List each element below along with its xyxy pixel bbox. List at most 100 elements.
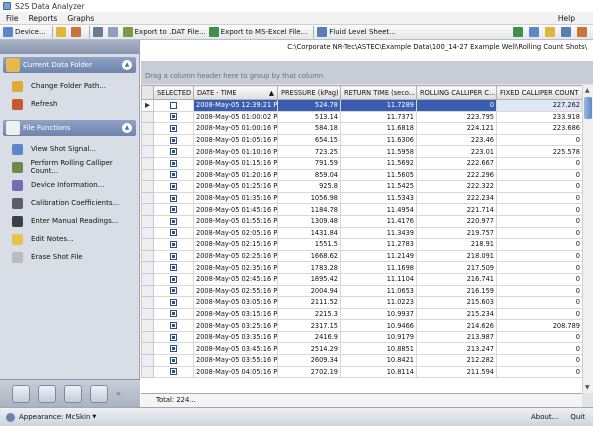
table-row[interactable]: 2008-May-05 02:05:16 PM 1431.84 11.3439 219… [141, 226, 582, 240]
row-checkbox[interactable] [170, 217, 177, 225]
folder-icon[interactable] [38, 384, 56, 403]
table-row[interactable]: 2008-May-05 03:25:16 PM 2317.15 10.9466 214… [141, 319, 582, 332]
cube-icon[interactable] [64, 384, 82, 403]
row-indicator[interactable] [141, 261, 154, 274]
table-row[interactable]: 2008-May-05 01:55:16 PM 1309.48 11.4176 220… [141, 214, 582, 228]
row-indicator[interactable] [141, 122, 154, 135]
row-indicator[interactable] [141, 284, 154, 298]
menu-reports[interactable]: Reports [29, 14, 58, 23]
quit-button[interactable]: Quit [570, 413, 585, 421]
row-checkbox[interactable] [170, 171, 177, 179]
row-checkbox[interactable] [170, 252, 177, 260]
row-checkbox[interactable] [170, 298, 177, 306]
group-by-panel[interactable]: Drag a column header here to group by th… [141, 62, 593, 84]
sheet-icon[interactable] [561, 27, 571, 37]
table-row[interactable]: 2008-May-05 03:35:16 PM 2416.9 10.9179 213.… [141, 330, 582, 344]
mouse-icon[interactable] [12, 384, 30, 403]
row-indicator[interactable] [141, 191, 154, 205]
folder-icon[interactable] [545, 27, 555, 37]
table-row[interactable]: ▶ 2008-May-05 12:39:21 PM 524.78 11.7289 0 22… [141, 99, 582, 112]
table-row[interactable]: 2008-May-05 03:45:16 PM 2514.29 10.8851 213… [141, 342, 582, 356]
row-indicator[interactable] [141, 296, 154, 309]
sidebar-item-edit-notes[interactable]: Edit Notes... [0, 230, 139, 248]
table-row[interactable]: 2008-May-05 01:25:16 PM 925.8 11.5425 222.3… [141, 180, 582, 193]
table-row[interactable]: 2008-May-05 02:25:16 PM 1668.62 11.2149 218… [141, 249, 582, 263]
row-checkbox[interactable] [170, 101, 177, 109]
row-checkbox[interactable] [170, 148, 177, 156]
fluid-level-button[interactable]: Fluid Level Sheet... [317, 26, 396, 39]
table-row[interactable]: 2008-May-05 04:05:16 PM 2702.19 10.8114 211… [141, 365, 582, 379]
row-checkbox[interactable] [170, 240, 177, 248]
table-row[interactable]: 2008-May-05 01:20:16 PM 859.04 11.5605 222.… [141, 168, 582, 182]
row-indicator[interactable]: ▶ [141, 99, 154, 112]
row-indicator[interactable] [141, 203, 154, 216]
column-header-selected[interactable]: SELECTED [153, 85, 194, 100]
table-row[interactable]: 2008-May-05 02:15:16 PM 1551.5 11.2783 218.… [141, 238, 582, 251]
table-row[interactable]: 2008-May-05 02:35:16 PM 1783.28 11.1698 217… [141, 261, 582, 274]
row-indicator[interactable] [141, 249, 154, 263]
row-checkbox[interactable] [170, 206, 177, 214]
section-file-functions[interactable]: File Functions ▲ [3, 120, 136, 136]
row-indicator[interactable] [141, 272, 154, 286]
table-row[interactable]: 2008-May-05 01:00:16 PM 584.18 11.6818 224.… [141, 122, 582, 135]
print-button[interactable] [107, 26, 120, 39]
row-checkbox[interactable] [170, 159, 177, 167]
table-row[interactable]: 2008-May-05 01:15:16 PM 791.59 11.5692 222.… [141, 156, 582, 170]
sidebar-item-refresh[interactable]: Refresh [0, 95, 139, 113]
scroll-down-icon[interactable]: ▼ [585, 384, 590, 391]
sidebar-item-change-folder-path[interactable]: Change Folder Path... [0, 77, 139, 95]
row-checkbox[interactable] [170, 368, 177, 376]
row-checkbox[interactable] [170, 345, 177, 353]
row-indicator[interactable] [141, 226, 154, 240]
table-row[interactable]: 2008-May-05 03:55:16 PM 2609.34 10.8421 212… [141, 354, 582, 367]
column-header-date-time[interactable]: DATE - TIME ▲ [193, 85, 278, 100]
row-indicator[interactable] [141, 133, 154, 147]
row-indicator[interactable] [141, 156, 154, 170]
row-checkbox[interactable] [170, 113, 177, 121]
save-button[interactable] [92, 26, 105, 39]
sidebar-item-device-information[interactable]: Device Information... [0, 176, 139, 194]
row-indicator[interactable] [141, 214, 154, 228]
column-header-fixed-calliper[interactable]: FIXED CALLIPER COUNT [496, 85, 582, 100]
sidebar-item-rolling-calliper-count[interactable]: Perform Rolling Calliper Count... [0, 158, 139, 176]
device-button[interactable]: Device... [3, 26, 46, 39]
dropdown-icon[interactable]: ▼ [92, 414, 96, 420]
sidebar-item-calibration-coefficients[interactable]: Calibration Coefficients... [0, 194, 139, 212]
export-excel-button[interactable]: Export to MS-Excel File... [208, 26, 307, 39]
row-indicator[interactable] [141, 319, 154, 332]
table-row[interactable]: 2008-May-05 01:05:16 PM 654.15 11.6306 223.… [141, 133, 582, 147]
grid-icon[interactable] [529, 27, 539, 37]
table-row[interactable]: 2008-May-05 02:45:16 PM 1895.42 11.1104 216… [141, 272, 582, 286]
row-indicator[interactable] [141, 342, 154, 356]
vertical-scrollbar[interactable]: ▲ ▼ [582, 85, 593, 393]
row-indicator[interactable] [141, 354, 154, 367]
row-indicator[interactable] [141, 307, 154, 321]
tools-icon[interactable] [577, 27, 587, 37]
column-header-rolling-calliper[interactable]: ROLLING CALLIPER C... [416, 85, 497, 100]
column-header-return-time[interactable]: RETURN TIME (seco... [340, 85, 417, 100]
row-checkbox[interactable] [170, 310, 177, 318]
section-current-data-folder[interactable]: Current Data Folder ▲ [3, 57, 136, 73]
row-checkbox[interactable] [170, 136, 177, 144]
table-row[interactable]: 2008-May-05 02:55:16 PM 2004.94 11.0653 216… [141, 284, 582, 298]
row-checkbox[interactable] [170, 124, 177, 132]
table-row[interactable]: 2008-May-05 03:15:16 PM 2215.3 10.9937 215.… [141, 307, 582, 321]
about-button[interactable]: About... [531, 413, 558, 421]
row-indicator[interactable] [141, 145, 154, 158]
collapse-icon[interactable]: ▲ [122, 123, 132, 133]
sidebar-item-enter-manual-readings[interactable]: Enter Manual Readings... [0, 212, 139, 230]
menu-graphs[interactable]: Graphs [67, 14, 94, 23]
table-row[interactable]: 2008-May-05 01:35:16 PM 1056.98 11.5343 222… [141, 191, 582, 205]
row-indicator[interactable] [141, 168, 154, 182]
table-row[interactable]: 2008-May-05 03:05:16 PM 2111.52 11.0223 215… [141, 296, 582, 309]
row-checkbox[interactable] [170, 264, 177, 272]
scroll-up-icon[interactable]: ▲ [585, 87, 590, 94]
table-row[interactable]: 2008-May-05 01:00:02 PM 513.14 11.7371 223.… [141, 110, 582, 124]
row-indicator[interactable] [141, 180, 154, 193]
table-row[interactable]: 2008-May-05 01:45:16 PM 1184.78 11.4954 221… [141, 203, 582, 216]
row-checkbox[interactable] [170, 194, 177, 202]
row-indicator[interactable] [141, 365, 154, 379]
appearance-selector[interactable]: Appearance: McSkin [19, 413, 90, 421]
open-folder-button[interactable] [55, 26, 68, 39]
row-checkbox[interactable] [170, 333, 177, 341]
